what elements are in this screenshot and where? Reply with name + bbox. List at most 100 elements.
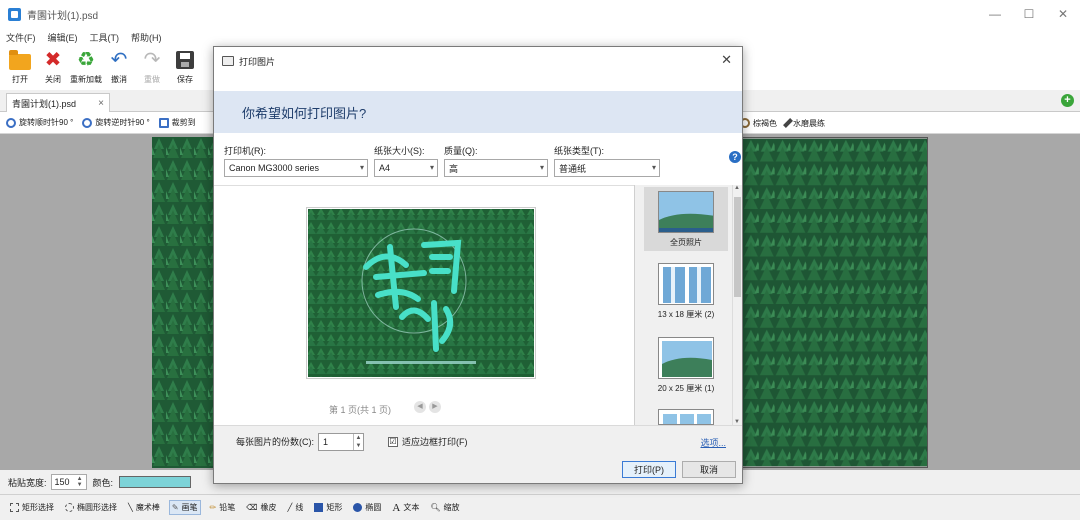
next-page-icon[interactable]: ▶ (429, 401, 441, 413)
layout-scrollbar[interactable]: ▲ ▼ (732, 185, 742, 425)
minimize-button[interactable]: — (978, 0, 1012, 28)
chevron-down-icon: ▾ (359, 163, 364, 172)
tool-magic-wand[interactable]: ╲ 魔术棒 (126, 501, 162, 514)
reload-button[interactable]: ♻ 重新加载 (70, 49, 102, 85)
dialog-title-bar: 打印图片 ✕ (214, 47, 742, 75)
tool-rect-select[interactable]: 矩形选择 (8, 501, 56, 514)
tool-zoom[interactable]: 🔍︎ 缩放 (428, 501, 461, 514)
help-icon[interactable]: ? (729, 151, 741, 163)
layout-option-20x25[interactable]: 20 x 25 厘米 (1) (644, 333, 728, 397)
add-tab-icon[interactable]: + (1061, 94, 1074, 107)
chevron-down-icon: ▾ (429, 163, 434, 172)
brush-width-label: 粘贴宽度: (8, 477, 47, 488)
menu-help[interactable]: 帮助(H) (131, 31, 162, 44)
document-tab[interactable]: 青園计划(1).psd × (6, 93, 110, 112)
watermark-button[interactable]: 水磨晨练 (783, 118, 825, 129)
close-x-icon: ✖ (44, 49, 62, 71)
eraser-icon: ⌫ (246, 503, 258, 512)
rect-select-icon (10, 503, 19, 512)
tool-ellipse-select[interactable]: 椭圆形选择 (63, 501, 119, 514)
app-icon (8, 7, 21, 21)
brush-width-stepper[interactable]: 150 ▲ ▼ (50, 474, 87, 490)
paper-type-select[interactable]: 普通纸 ▾ (554, 159, 660, 177)
zoom-icon: 🔍︎ (430, 503, 441, 512)
layout-option-13x18[interactable]: 13 x 18 厘米 (2) (644, 259, 728, 323)
dialog-footer: 每张图片的份数(C): 1 ▲ ▼ ☑ 适应边框打印(F) 选项... (214, 425, 742, 457)
prev-page-icon[interactable]: ◀ (414, 401, 426, 413)
fit-frame-checkbox[interactable]: ☑ (388, 436, 398, 447)
tab-close-icon[interactable]: × (98, 98, 104, 109)
cancel-button[interactable]: 取消 (682, 461, 736, 478)
chevron-down-icon: ▾ (651, 163, 656, 172)
fit-frame-label: 适应边框打印(F) (402, 437, 468, 447)
paper-type-value: 普通纸 (559, 163, 587, 174)
copies-stepper[interactable]: 1 ▲ ▼ (318, 432, 364, 451)
sepia-button[interactable]: 棕褐色 (740, 118, 777, 129)
dialog-header: 你希望如何打印图片? (214, 91, 742, 133)
spin-arrows-icon[interactable]: ▲ ▼ (353, 433, 363, 450)
ellipse-icon (353, 503, 363, 512)
tool-pencil[interactable]: ✏ 铅笔 (208, 501, 238, 514)
dialog-close-icon[interactable]: ✕ (721, 52, 732, 68)
quality-value: 高 (449, 163, 459, 174)
menu-edit[interactable]: 编辑(E) (48, 31, 78, 44)
copies-value: 1 (323, 436, 329, 447)
open-button[interactable]: 打开 (4, 49, 36, 85)
title-bar: 青園计划(1).psd — ☐ ✕ (0, 0, 1080, 28)
dialog-button-row: 打印(P) 取消 (214, 457, 742, 483)
copies-label: 每张图片的份数(C): (236, 437, 314, 447)
ellipse-select-icon (65, 503, 74, 512)
page-indicator: 第 1 页(共 1 页) (329, 405, 392, 415)
tool-ellipse[interactable]: 椭圆 (351, 501, 383, 514)
line-icon: ╱ (287, 503, 293, 512)
undo-button[interactable]: ↶ 撤消 (103, 49, 135, 85)
redo-button[interactable]: ↷ 重做 (136, 49, 168, 85)
close-file-button[interactable]: ✖ 关闭 (37, 49, 69, 85)
print-button[interactable]: 打印(P) (622, 461, 676, 478)
chevron-down-icon: ▾ (539, 163, 544, 172)
pencil-icon: ✏ (209, 503, 217, 512)
tool-line[interactable]: ╱ 线 (286, 501, 306, 514)
layout-thumb (658, 337, 714, 379)
color-swatch[interactable] (119, 476, 192, 488)
scrollbar-thumb[interactable] (734, 197, 741, 297)
page-nav: ◀ ▶ (414, 401, 444, 413)
drawing-tools-bar: 矩形选择 椭圆形选择 ╲ 魔术棒 ✎ 画笔 ✏ 铅笔 ⌫ 橡皮 ╱ 线 矩形 椭圆 A 文本… (0, 494, 1080, 520)
crop-icon (158, 117, 169, 128)
scroll-up-icon[interactable]: ▲ (734, 185, 740, 191)
rotate-cw-button[interactable]: 旋转顺时针90 ° (6, 117, 73, 128)
rotate-ccw-button[interactable]: 旋转逆时针90 ° (82, 117, 150, 128)
brush-icon (783, 118, 793, 128)
paper-size-select[interactable]: A4 ▾ (374, 159, 438, 177)
close-window-button[interactable]: ✕ (1046, 0, 1080, 28)
crop-button[interactable]: 裁剪到 (158, 117, 196, 128)
forest-image-left (152, 137, 214, 468)
save-button[interactable]: 保存 (169, 49, 201, 85)
magic-wand-icon: ╲ (128, 503, 133, 512)
printer-icon (222, 56, 234, 66)
menu-tools[interactable]: 工具(T) (90, 31, 120, 44)
layout-option-more[interactable] (644, 405, 728, 425)
printer-label: 打印机(R): (224, 146, 266, 156)
maximize-button[interactable]: ☐ (1012, 0, 1046, 28)
rotate-cw-icon (6, 117, 16, 128)
print-dialog: 打印图片 ✕ 你希望如何打印图片? 打印机(R): Canon MG3000 s… (213, 46, 743, 484)
paper-size-label: 纸张大小(S): (374, 146, 425, 156)
dialog-title: 打印图片 (239, 56, 276, 67)
tool-text[interactable]: A 文本 (390, 501, 421, 515)
tool-brush[interactable]: ✎ 画笔 (168, 500, 201, 515)
text-icon: A (392, 501, 401, 514)
layout-thumb (658, 191, 714, 233)
window-title: 青園计划(1).psd (27, 10, 99, 22)
print-preview-image (306, 207, 536, 379)
quality-select[interactable]: 高 ▾ (444, 159, 548, 177)
tool-rectangle[interactable]: 矩形 (312, 501, 344, 514)
reload-icon: ♻ (77, 49, 95, 71)
tool-eraser[interactable]: ⌫ 橡皮 (244, 501, 278, 514)
printer-select[interactable]: Canon MG3000 series ▾ (224, 159, 368, 177)
options-link[interactable]: 选项... (700, 436, 726, 449)
paper-size-value: A4 (379, 163, 391, 173)
menu-file[interactable]: 文件(F) (6, 31, 36, 44)
layout-option-full-page[interactable]: 全页照片 (644, 187, 728, 251)
rectangle-icon (314, 503, 324, 512)
